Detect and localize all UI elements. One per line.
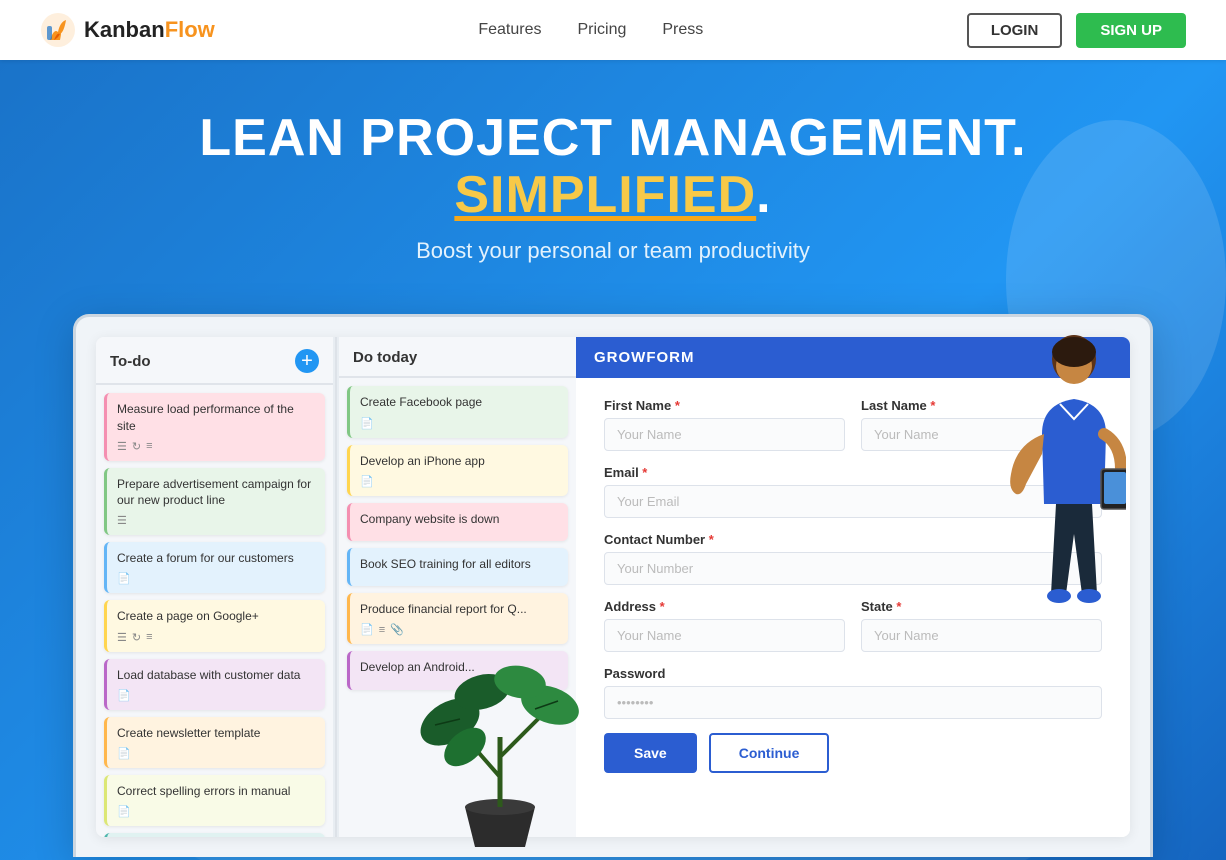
card-footer: 📄 <box>117 572 315 585</box>
kanban-col-todo-label: To-do <box>110 353 151 370</box>
required-mark: * <box>660 599 665 614</box>
kanban-col-today-label: Do today <box>353 349 417 366</box>
kanban-card[interactable]: Company website is down <box>347 503 568 541</box>
nav-links: Features Pricing Press <box>478 21 703 39</box>
save-button[interactable]: Save <box>604 733 697 773</box>
kanban-card[interactable]: Create a page on Google+ ☰ ↻ ≡ <box>104 600 325 651</box>
signup-button[interactable]: SIGN UP <box>1076 13 1186 48</box>
card-text: Load database with customer data <box>117 667 315 683</box>
navbar: KanbanFlow Features Pricing Press LOGIN … <box>0 0 1226 60</box>
form-group-password: Password <box>604 666 1102 719</box>
card-footer: ☰ <box>117 514 315 527</box>
hero-title-simplified: SIMPLIFIED <box>454 166 756 224</box>
kanban-card[interactable]: Prepare advertisement campaign for our n… <box>104 468 325 535</box>
kanban-col-todo: To-do + Measure load performance of the … <box>96 337 333 837</box>
required-mark: * <box>675 398 680 413</box>
card-text: Create Facebook page <box>360 394 558 410</box>
card-icon-checklist: ☰ <box>117 440 127 453</box>
card-text: Create newsletter template <box>117 725 315 741</box>
card-icon-note: 📄 <box>117 572 131 585</box>
kanban-card[interactable]: Create Facebook page 📄 <box>347 386 568 437</box>
form-group-firstname: First Name * <box>604 398 845 451</box>
form-label-firstname: First Name * <box>604 398 845 413</box>
kanban-card[interactable]: Create newsletter template 📄 <box>104 717 325 768</box>
kanban-card[interactable]: Correct spelling errors in manual 📄 <box>104 775 325 826</box>
card-footer: 📄 <box>117 689 315 702</box>
card-icon-note: 📄 <box>360 475 374 488</box>
kanban-card[interactable]: Measure load performance of the site ☰ ↻… <box>104 393 325 460</box>
hero-section: LEAN PROJECT MANAGEMENT. SIMPLIFIED. Boo… <box>0 60 1226 860</box>
password-input[interactable] <box>604 686 1102 719</box>
add-todo-button[interactable]: + <box>295 349 319 373</box>
kanban-card[interactable]: Load database with customer data 📄 <box>104 659 325 710</box>
nav-pricing[interactable]: Pricing <box>577 21 626 39</box>
device-frame: To-do + Measure load performance of the … <box>73 314 1153 857</box>
form-actions: Save Continue <box>604 733 1102 773</box>
card-text: Create a forum for our customers <box>117 550 315 566</box>
card-icon-note: 📄 <box>117 747 131 760</box>
card-icon-list: ≡ <box>146 631 152 643</box>
form-label-address: Address * <box>604 599 845 614</box>
logo-icon <box>40 12 76 48</box>
card-icon-list: ≡ <box>146 440 152 452</box>
card-text: Produce financial report for Q... <box>360 601 558 617</box>
kanban-card[interactable]: Develop an iPhone app 📄 <box>347 445 568 496</box>
card-footer: ☰ ↻ ≡ <box>117 440 315 453</box>
required-mark: * <box>709 532 714 547</box>
card-text: Create a page on Google+ <box>117 608 315 624</box>
device-inner: To-do + Measure load performance of the … <box>96 337 1130 837</box>
person-illustration <box>996 324 1126 644</box>
nav-actions: LOGIN SIGN UP <box>967 13 1186 48</box>
card-icon-note: 📄 <box>360 623 374 636</box>
card-icon-note: 📄 <box>117 689 131 702</box>
required-mark: * <box>642 465 647 480</box>
card-icon-cycle: ↻ <box>132 440 141 453</box>
card-icon-checklist: ☰ <box>117 514 127 527</box>
card-icon-cycle: ↻ <box>132 631 141 644</box>
address-input[interactable] <box>604 619 845 652</box>
card-icon-note: 📄 <box>360 417 374 430</box>
required-mark: * <box>930 398 935 413</box>
card-footer: 📄 <box>360 417 558 430</box>
card-icon-note: 📄 <box>117 805 131 818</box>
card-footer: 📄 <box>117 747 315 760</box>
card-footer: ☰ ↻ ≡ <box>117 631 315 644</box>
login-button[interactable]: LOGIN <box>967 13 1063 48</box>
form-row-password: Password <box>604 666 1102 719</box>
kanban-col-todo-header: To-do + <box>96 337 333 385</box>
plant-illustration <box>410 617 590 857</box>
nav-features[interactable]: Features <box>478 21 541 39</box>
card-text: Correct spelling errors in manual <box>117 783 315 799</box>
hero-title-period: . <box>756 166 771 224</box>
first-name-input[interactable] <box>604 418 845 451</box>
card-text: Measure load performance of the site <box>117 401 315 433</box>
logo-text: KanbanFlow <box>84 17 215 43</box>
card-icon-attach: 📎 <box>390 623 404 636</box>
form-label-password: Password <box>604 666 1102 681</box>
card-text: Develop an iPhone app <box>360 453 558 469</box>
card-text: Book SEO training for all editors <box>360 556 558 572</box>
form-group-address: Address * <box>604 599 845 652</box>
nav-press[interactable]: Press <box>662 21 703 39</box>
logo[interactable]: KanbanFlow <box>40 12 215 48</box>
card-icon-list: ≡ <box>379 624 385 636</box>
card-footer: 📄 <box>360 475 558 488</box>
card-icon-checklist: ☰ <box>117 631 127 644</box>
kanban-col-today-header: Do today <box>339 337 576 378</box>
col-separator <box>335 337 337 837</box>
card-text: Company website is down <box>360 511 558 527</box>
required-mark: * <box>896 599 901 614</box>
card-footer: 📄 <box>117 805 315 818</box>
kanban-card[interactable]: Create a forum for our customers 📄 <box>104 542 325 593</box>
mockup-area: To-do + Measure load performance of the … <box>40 314 1186 857</box>
card-text: Prepare advertisement campaign for our n… <box>117 476 315 508</box>
hero-title: LEAN PROJECT MANAGEMENT. SIMPLIFIED. <box>40 110 1186 224</box>
continue-button[interactable]: Continue <box>709 733 830 773</box>
kanban-col-todo-cards: Measure load performance of the site ☰ ↻… <box>96 385 333 837</box>
kanban-card[interactable]: Book SEO training for all editors <box>347 548 568 586</box>
hero-title-part1: LEAN PROJECT MANAGEMENT. <box>199 109 1026 167</box>
kanban-card[interactable]: Meeting with Acme ☰ ↻ ≡ <box>104 833 325 837</box>
